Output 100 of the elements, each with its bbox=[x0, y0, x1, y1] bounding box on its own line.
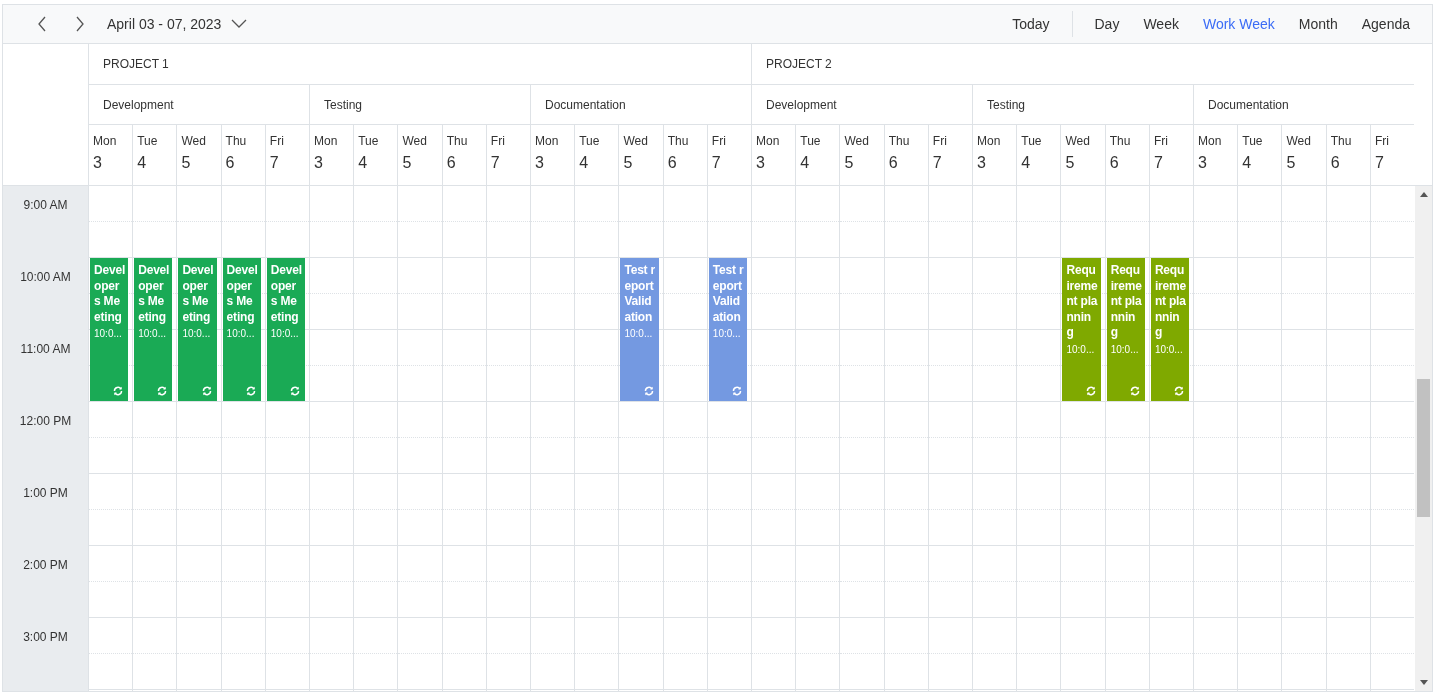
event-title: Test report Validation bbox=[712, 263, 745, 325]
weekday-label: Wed bbox=[402, 134, 427, 148]
event-time: 10:0... bbox=[138, 328, 167, 339]
weekday-label: Thu bbox=[888, 134, 910, 148]
date-label[interactable]: 4 bbox=[358, 154, 368, 172]
project-label: PROJECT 1 bbox=[103, 57, 169, 71]
date-label[interactable]: 3 bbox=[756, 154, 765, 172]
date-label[interactable]: 6 bbox=[225, 154, 235, 172]
resource-label: Testing bbox=[324, 97, 363, 112]
scroll-down-icon bbox=[1419, 680, 1428, 685]
view-tab[interactable]: Day bbox=[1082, 10, 1132, 38]
weekday-label: Fri bbox=[1153, 134, 1168, 148]
weekday-label: Tue bbox=[579, 134, 600, 148]
date-label[interactable]: 7 bbox=[1153, 154, 1163, 172]
resource-label: Testing bbox=[987, 97, 1026, 112]
date-label[interactable]: 5 bbox=[623, 154, 633, 172]
weekday-label: Wed bbox=[181, 134, 206, 148]
weekday-label: Wed bbox=[623, 134, 648, 148]
time-label: 3:00 PM bbox=[23, 630, 68, 646]
event-time: 10:0... bbox=[712, 328, 742, 339]
event-title: Developers Meeting bbox=[226, 263, 258, 325]
date-label[interactable]: 7 bbox=[490, 154, 500, 172]
event-time: 10:0... bbox=[182, 328, 212, 339]
event-title: Developers Meeting bbox=[270, 263, 302, 325]
weekday-label: Fri bbox=[490, 134, 505, 148]
weekday-label: Fri bbox=[932, 134, 947, 148]
scrollbar-thumb[interactable] bbox=[1417, 379, 1431, 517]
weekday-label: Tue bbox=[1242, 134, 1263, 148]
date-label[interactable]: 6 bbox=[446, 154, 456, 172]
view-tab[interactable]: Week bbox=[1131, 10, 1191, 38]
weekday-label: Fri bbox=[711, 134, 726, 148]
date-label[interactable]: 7 bbox=[1374, 154, 1384, 172]
resource-label: Documentation bbox=[545, 97, 626, 112]
date-range-button[interactable]: April 03 - 07, 2023 bbox=[107, 16, 248, 32]
date-label[interactable]: 3 bbox=[314, 154, 323, 172]
weekday-label: Fri bbox=[1374, 134, 1389, 148]
date-label[interactable]: 5 bbox=[402, 154, 412, 172]
date-label[interactable]: 6 bbox=[1109, 154, 1119, 172]
weekday-label: Thu bbox=[667, 134, 689, 148]
date-label[interactable]: 5 bbox=[1065, 154, 1075, 172]
event-time: 10:0... bbox=[226, 328, 256, 339]
event-title: Requirement planning bbox=[1110, 263, 1142, 341]
date-label[interactable]: 6 bbox=[888, 154, 898, 172]
date-label[interactable]: 5 bbox=[1286, 154, 1296, 172]
time-label: 1:00 PM bbox=[23, 486, 68, 502]
date-label[interactable]: 5 bbox=[181, 154, 191, 172]
date-label[interactable]: 4 bbox=[137, 154, 147, 172]
event-title: Requirement planning bbox=[1066, 263, 1098, 341]
date-label[interactable]: 3 bbox=[977, 154, 986, 172]
event-time: 10:0... bbox=[94, 328, 123, 339]
event-time: 10:0... bbox=[624, 328, 654, 339]
resource-label: Development bbox=[103, 97, 174, 112]
weekday-label: Mon bbox=[1198, 134, 1222, 148]
event-title: Test report Validation bbox=[624, 263, 656, 325]
time-label: 12:00 PM bbox=[19, 414, 72, 430]
weekday-label: Thu bbox=[446, 134, 468, 148]
date-label[interactable]: 7 bbox=[932, 154, 942, 172]
weekday-label: Thu bbox=[1109, 134, 1131, 148]
weekday-label: Mon bbox=[977, 134, 1001, 148]
weekday-label: Mon bbox=[93, 134, 117, 148]
view-tab[interactable]: Work Week bbox=[1190, 10, 1287, 38]
scrollbar[interactable] bbox=[1415, 186, 1432, 691]
scroll-up-icon bbox=[1419, 192, 1428, 197]
event-time: 10:0... bbox=[1110, 343, 1140, 355]
date-label[interactable]: 5 bbox=[844, 154, 854, 172]
date-label[interactable]: 4 bbox=[1242, 154, 1252, 172]
date-label[interactable]: 4 bbox=[1021, 154, 1031, 172]
weekday-label: Mon bbox=[756, 134, 780, 148]
weekday-label: Mon bbox=[535, 134, 559, 148]
date-label[interactable]: 4 bbox=[579, 154, 589, 172]
today-button[interactable]: Today bbox=[1000, 10, 1062, 38]
weekday-label: Tue bbox=[1021, 134, 1042, 148]
event-title: Requirement planning bbox=[1154, 263, 1187, 341]
date-label[interactable]: 6 bbox=[667, 154, 677, 172]
date-label[interactable]: 3 bbox=[535, 154, 544, 172]
event-title: Developers Meeting bbox=[182, 263, 214, 325]
chevron-right-icon bbox=[75, 16, 85, 32]
time-label: 11:00 AM bbox=[20, 342, 71, 358]
event-time: 10:0... bbox=[1154, 343, 1184, 355]
weekday-label: Wed bbox=[1286, 134, 1311, 148]
date-label[interactable]: 4 bbox=[800, 154, 810, 172]
weekday-label: Tue bbox=[358, 134, 379, 148]
weekday-label: Thu bbox=[225, 134, 247, 148]
date-label[interactable]: 7 bbox=[711, 154, 721, 172]
view-tab[interactable]: Agenda bbox=[1349, 10, 1422, 38]
date-label[interactable]: 3 bbox=[1198, 154, 1207, 172]
event-title: Developers Meeting bbox=[94, 263, 126, 325]
weekday-label: Thu bbox=[1330, 134, 1352, 148]
view-tab[interactable]: Month bbox=[1286, 10, 1350, 38]
resource-label: Documentation bbox=[1208, 97, 1289, 112]
date-label[interactable]: 6 bbox=[1330, 154, 1340, 172]
project-label: PROJECT 2 bbox=[766, 57, 832, 71]
date-label[interactable]: 3 bbox=[93, 154, 102, 172]
weekday-label: Mon bbox=[314, 134, 338, 148]
event-time: 10:0... bbox=[270, 328, 300, 339]
weekday-label: Tue bbox=[800, 134, 821, 148]
caret-down-icon bbox=[231, 19, 248, 29]
time-label: 2:00 PM bbox=[23, 558, 68, 574]
event-time: 10:0... bbox=[1066, 343, 1096, 355]
date-label[interactable]: 7 bbox=[269, 154, 279, 172]
